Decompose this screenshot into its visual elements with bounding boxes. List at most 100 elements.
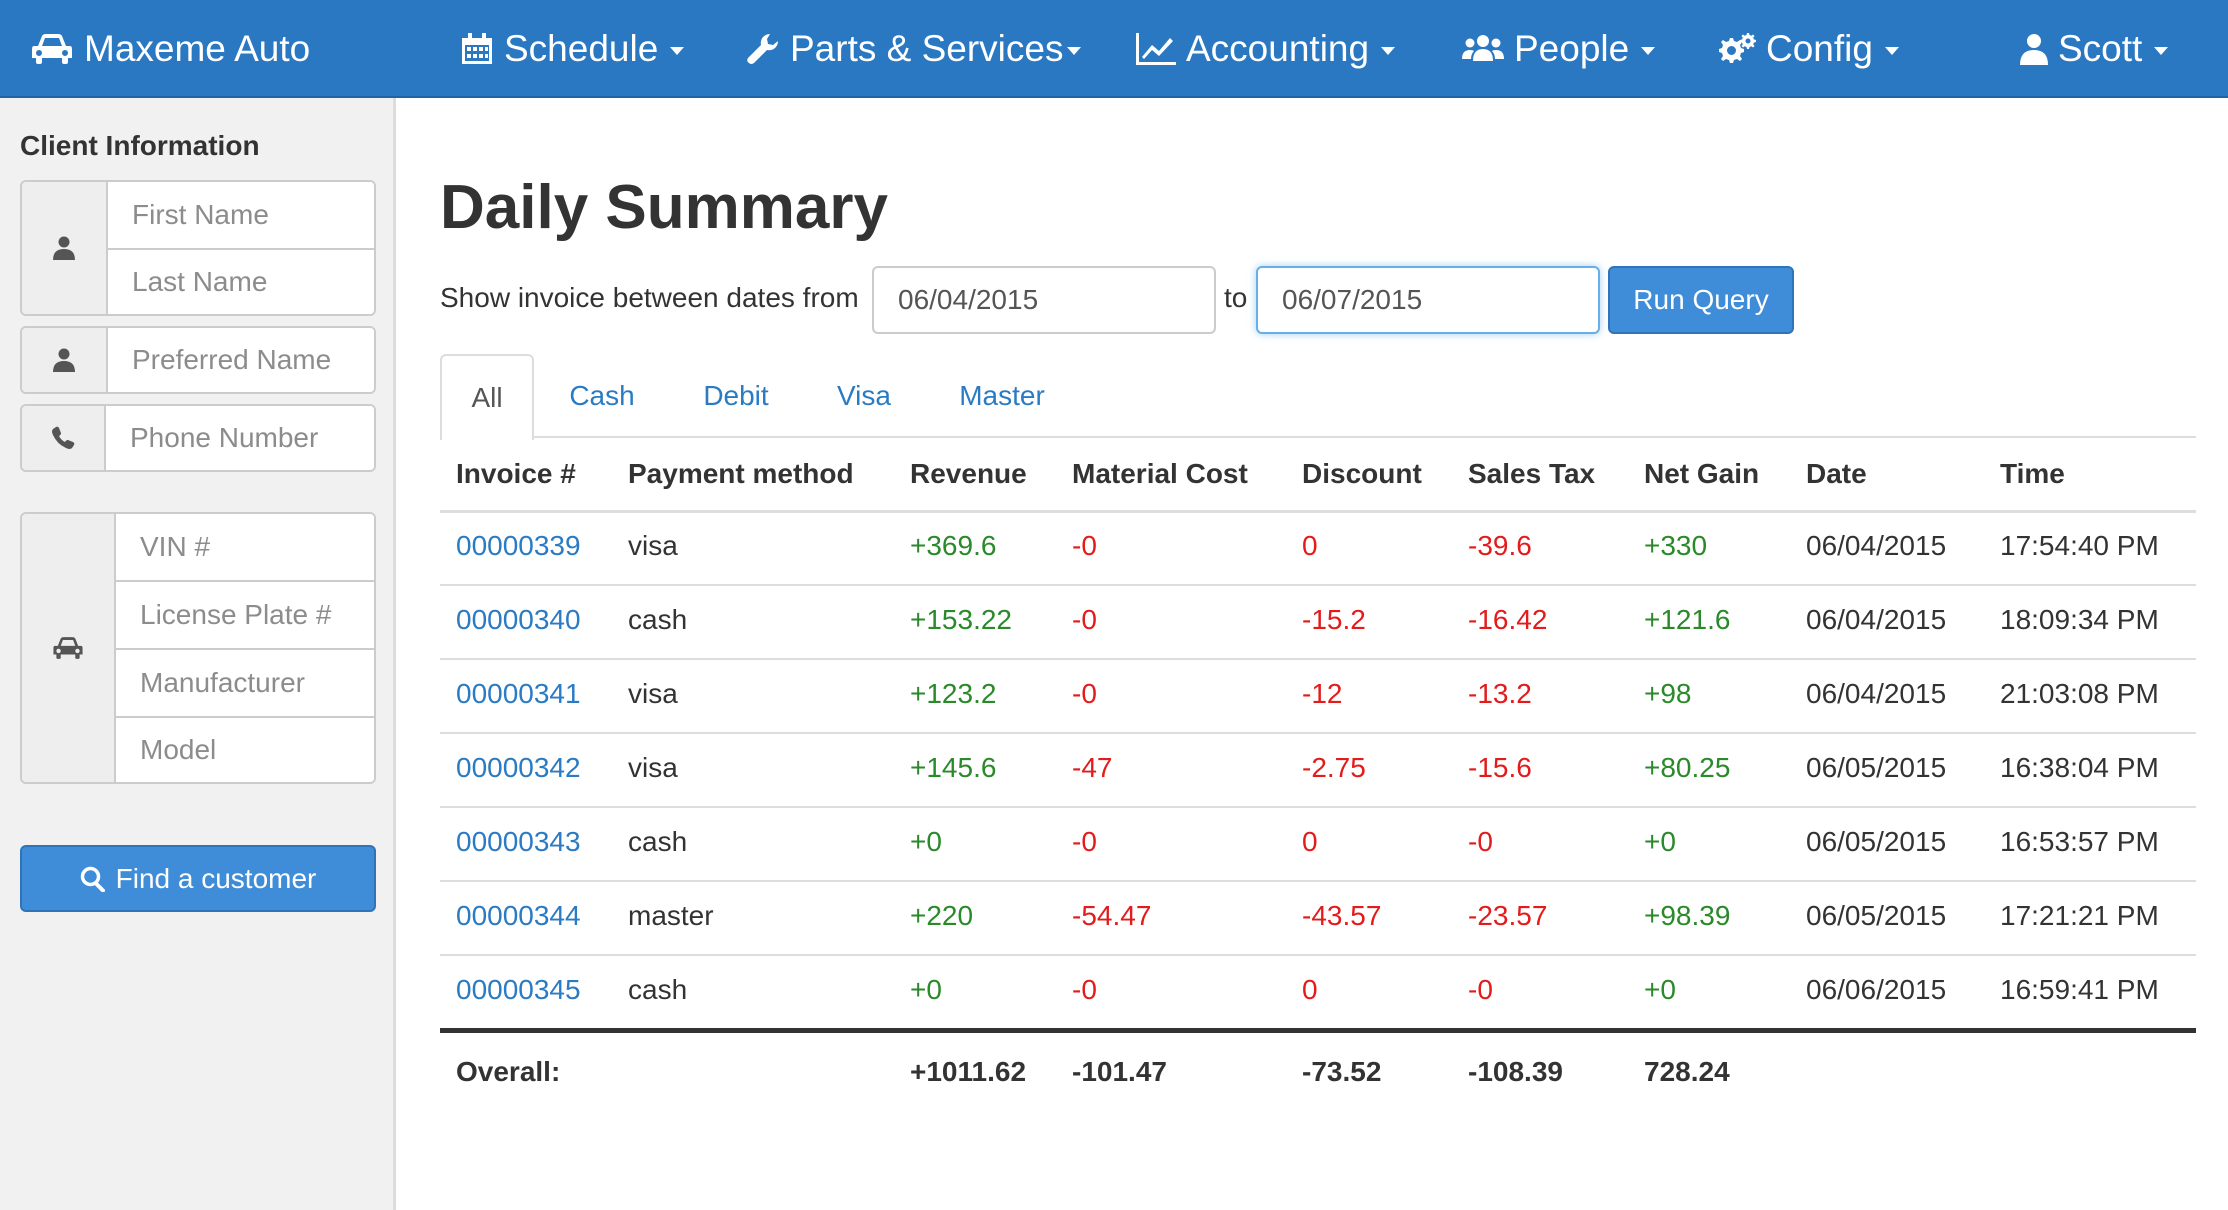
nav-accounting[interactable]: Accounting [1136, 0, 1396, 98]
payment-method-cell: visa [628, 752, 678, 783]
chevron-down-icon [1884, 47, 1899, 55]
tab-master[interactable]: Master [946, 354, 1058, 438]
payment-method-cell: visa [628, 678, 678, 709]
payment-method-cell: master [628, 900, 714, 931]
preferred-name-input[interactable]: Preferred Name [108, 328, 374, 392]
revenue-cell: +153.22 [910, 604, 1012, 635]
material-cost-cell: -0 [1072, 826, 1097, 857]
date-from-input[interactable]: 06/04/2015 [872, 266, 1216, 334]
users-icon [1462, 35, 1504, 61]
date-to-label: to [1224, 282, 1248, 313]
nav-schedule-label: Schedule [504, 28, 659, 69]
user-icon [53, 236, 75, 260]
name-input-group: First Name Last Name [20, 180, 376, 316]
payment-method-cell: cash [628, 826, 688, 857]
license-plate-input[interactable]: License Plate # [116, 580, 374, 648]
find-customer-button[interactable]: Find a customer [20, 845, 376, 912]
row-divider [440, 658, 2196, 660]
revenue-cell: +220 [910, 900, 974, 931]
total-net-gain: 728.24 [1644, 1056, 1730, 1087]
header-divider [440, 510, 2196, 513]
revenue-cell: +369.6 [910, 530, 997, 561]
nav-parts-services-label: Parts & Services [790, 28, 1064, 69]
total-discount: -73.52 [1302, 1056, 1382, 1087]
nav-people[interactable]: People [1462, 0, 1656, 98]
chevron-down-icon [670, 47, 685, 55]
header-net-gain: Net Gain [1644, 458, 1760, 489]
nav-user-menu[interactable]: Scott [2020, 0, 2169, 98]
header-material-cost: Material Cost [1072, 458, 1248, 489]
tab-cash[interactable]: Cash [546, 354, 658, 438]
invoice-number-link[interactable]: 00000344 [456, 900, 581, 932]
nav-parts-services[interactable]: Parts & Services [746, 0, 1082, 98]
header-sales-tax: Sales Tax [1468, 458, 1596, 489]
date-cell: 06/04/2015 [1806, 604, 1947, 635]
sales-tax-cell: -13.2 [1468, 678, 1532, 709]
invoice-number-link[interactable]: 00000345 [456, 974, 581, 1006]
net-gain-cell: +121.6 [1644, 604, 1731, 635]
user-icon [53, 348, 75, 372]
find-customer-label: Find a customer [115, 862, 317, 894]
sales-tax-cell: -0 [1468, 826, 1493, 857]
last-name-input[interactable]: Last Name [108, 248, 374, 314]
date-cell: 06/04/2015 [1806, 530, 1947, 561]
vin-input[interactable]: VIN # [116, 514, 374, 580]
nav-schedule[interactable]: Schedule [460, 0, 685, 98]
discount-cell: -43.57 [1302, 900, 1382, 931]
phone-number-input[interactable]: Phone Number [106, 406, 374, 470]
revenue-cell: +123.2 [910, 678, 997, 709]
brand-link[interactable]: Maxeme Auto [30, 0, 310, 98]
invoice-number-link[interactable]: 00000339 [456, 530, 581, 562]
discount-cell: 0 [1302, 530, 1318, 561]
time-cell: 16:53:57 PM [2000, 826, 2159, 857]
material-cost-cell: -47 [1072, 752, 1113, 783]
sales-tax-cell: -16.42 [1468, 604, 1548, 635]
date-cell: 06/05/2015 [1806, 826, 1947, 857]
nav-config[interactable]: Config [1716, 0, 1899, 98]
invoice-number-link[interactable]: 00000340 [456, 604, 581, 636]
date-cell: 06/06/2015 [1806, 974, 1947, 1005]
discount-cell: 0 [1302, 826, 1318, 857]
time-cell: 17:54:40 PM [2000, 530, 2159, 561]
nav-accounting-label: Accounting [1186, 28, 1370, 69]
revenue-cell: +145.6 [910, 752, 997, 783]
page-title: Daily Summary [440, 173, 888, 242]
date-cell: 06/05/2015 [1806, 752, 1947, 783]
line-chart-icon [1136, 33, 1176, 65]
invoice-number-link[interactable]: 00000343 [456, 826, 581, 858]
invoice-number-link[interactable]: 00000341 [456, 678, 581, 710]
payment-method-cell: visa [628, 530, 678, 561]
tab-debit[interactable]: Debit [680, 354, 792, 438]
discount-cell: 0 [1302, 974, 1318, 1005]
phone-group: Phone Number [20, 404, 376, 472]
total-label: Overall: [456, 1056, 561, 1087]
vehicle-addon [22, 514, 116, 782]
model-input[interactable]: Model [116, 716, 374, 782]
manufacturer-input[interactable]: Manufacturer [116, 648, 374, 716]
time-cell: 17:21:21 PM [2000, 900, 2159, 931]
chevron-down-icon [1381, 47, 1396, 55]
car-icon [32, 34, 72, 64]
totals-divider [440, 1028, 2196, 1033]
search-icon [80, 866, 105, 892]
wrench-icon [747, 33, 779, 64]
net-gain-cell: +0 [1644, 826, 1676, 857]
header-date: Date [1806, 458, 1867, 489]
user-icon [2020, 34, 2048, 65]
material-cost-cell: -0 [1072, 974, 1097, 1005]
date-to-input[interactable]: 06/07/2015 [1256, 266, 1600, 334]
net-gain-cell: +98.39 [1644, 900, 1731, 931]
row-divider [440, 584, 2196, 586]
top-navbar: Maxeme Auto Schedule Parts & Services Ac… [0, 0, 2228, 98]
chevron-down-icon [2154, 47, 2169, 55]
run-query-button[interactable]: Run Query [1608, 266, 1794, 334]
tab-all[interactable]: All [440, 354, 534, 440]
chevron-down-icon [1641, 47, 1656, 55]
tab-visa[interactable]: Visa [818, 354, 910, 438]
chevron-down-icon [1067, 47, 1082, 55]
material-cost-cell: -0 [1072, 604, 1097, 635]
header-revenue: Revenue [910, 458, 1027, 489]
first-name-input[interactable]: First Name [108, 182, 374, 248]
row-divider [440, 806, 2196, 808]
invoice-number-link[interactable]: 00000342 [456, 752, 581, 784]
